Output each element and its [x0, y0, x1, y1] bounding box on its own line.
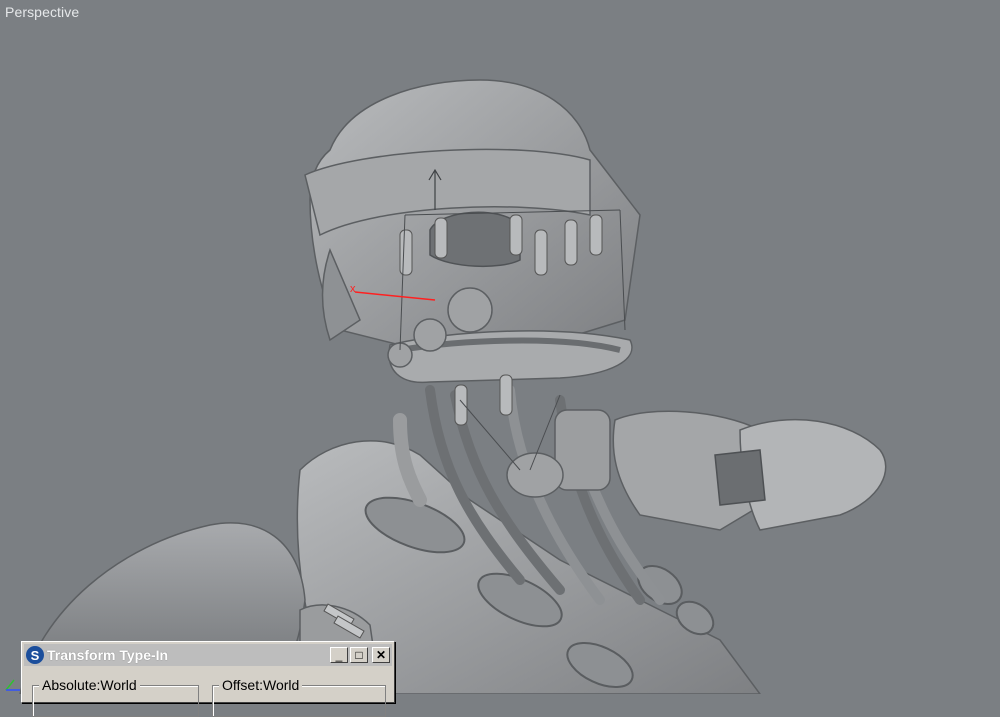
offset-world-group: Offset:World: [212, 677, 386, 717]
dialog-titlebar[interactable]: S Transform Type-In _ □ ✕: [24, 644, 392, 666]
perspective-viewport[interactable]: Perspective x: [0, 0, 1000, 694]
robot-model-render: x: [5, 79, 887, 694]
max-logo-icon: S: [26, 646, 44, 664]
axis-tripod-icon: [5, 679, 20, 691]
minimize-button[interactable]: _: [330, 647, 348, 663]
absolute-world-label: Absolute:World: [39, 677, 140, 693]
close-button[interactable]: ✕: [372, 647, 390, 663]
robot-arm: [506, 409, 887, 531]
maximize-button[interactable]: □: [350, 647, 368, 663]
dialog-title: Transform Type-In: [47, 647, 169, 663]
absolute-world-group: Absolute:World: [32, 677, 199, 717]
offset-world-label: Offset:World: [219, 677, 303, 693]
gizmo-x-label: x: [350, 283, 356, 295]
